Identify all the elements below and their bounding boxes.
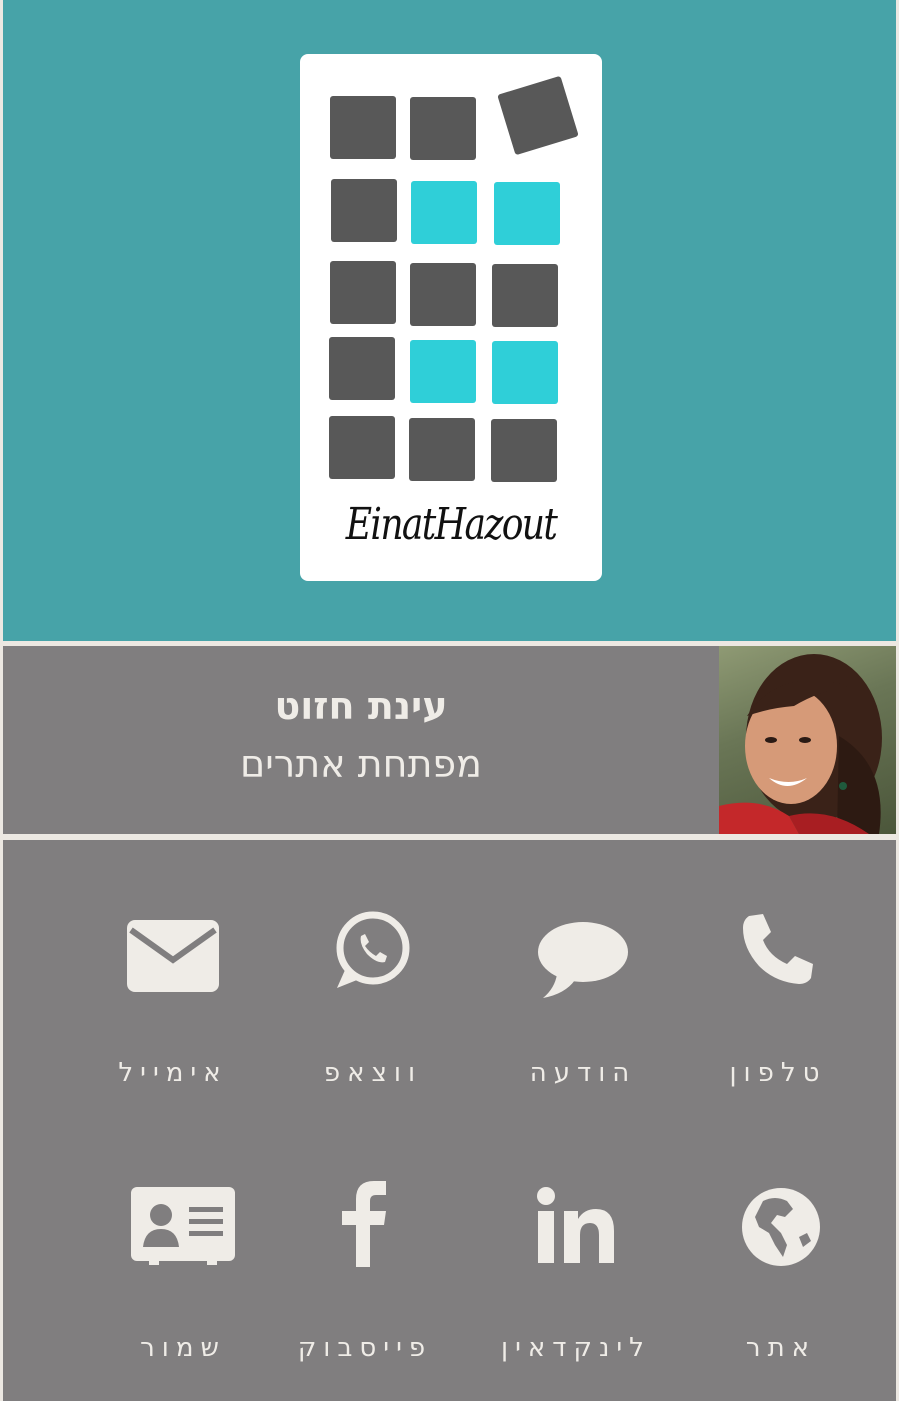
profile-name: עינת חזוט — [274, 684, 448, 728]
actions-panel: אימייל ווצאפ הודעה טלפון שמור פייסבוק לי… — [3, 840, 896, 1401]
speech-bubble-icon — [538, 922, 628, 998]
logo-tile — [330, 261, 396, 324]
save-contact-label: שמור — [140, 1333, 226, 1363]
logo-tile — [410, 97, 476, 160]
logo-tile — [411, 181, 477, 244]
facebook-icon — [342, 1181, 386, 1267]
whatsapp-action[interactable]: ווצאפ — [273, 910, 473, 1110]
logo-tile — [330, 96, 396, 159]
profile-title: מפתחת אתרים — [240, 742, 482, 786]
logo-tile — [494, 182, 560, 245]
logo-tile — [329, 416, 395, 479]
logo-signature: EinatHazout — [345, 499, 558, 550]
logo-tile — [497, 75, 579, 156]
phone-label: טלפון — [729, 1058, 827, 1088]
logo-tile — [492, 341, 558, 404]
logo-tile — [409, 418, 475, 481]
facebook-action[interactable]: פייסבוק — [265, 1181, 465, 1385]
whatsapp-label: ווצאפ — [323, 1058, 423, 1088]
message-label: הודעה — [529, 1058, 637, 1088]
logo-tile — [329, 337, 395, 400]
message-action[interactable]: הודעה — [483, 910, 683, 1110]
email-label: אימייל — [118, 1058, 228, 1088]
email-action[interactable]: אימייל — [73, 910, 273, 1110]
whatsapp-icon — [336, 911, 410, 988]
phone-action[interactable]: טלפון — [678, 910, 878, 1110]
logo-tile — [492, 264, 558, 327]
save-contact-action[interactable]: שמור — [83, 1185, 283, 1385]
linkedin-icon — [537, 1187, 614, 1263]
profile-strip: עינת חזוט מפתחת אתרים — [3, 646, 896, 834]
globe-icon — [742, 1188, 820, 1266]
avatar — [719, 646, 896, 834]
website-action[interactable]: אתר — [681, 1185, 881, 1385]
website-label: אתר — [745, 1333, 817, 1363]
profile-text: עינת חזוט מפתחת אתרים — [3, 646, 719, 834]
logo-tile — [410, 263, 476, 326]
phone-icon — [743, 914, 813, 984]
linkedin-action[interactable]: לינקדאין — [476, 1185, 676, 1385]
facebook-label: פייסבוק — [297, 1333, 433, 1363]
envelope-icon — [127, 920, 219, 992]
header-banner: EinatHazout — [3, 0, 896, 641]
contact-card-icon — [131, 1187, 235, 1265]
logo-tile — [491, 419, 557, 482]
linkedin-label: לינקדאין — [501, 1333, 651, 1363]
logo-tile — [331, 179, 397, 242]
logo-card: EinatHazout — [300, 54, 602, 581]
logo-tile — [410, 340, 476, 403]
